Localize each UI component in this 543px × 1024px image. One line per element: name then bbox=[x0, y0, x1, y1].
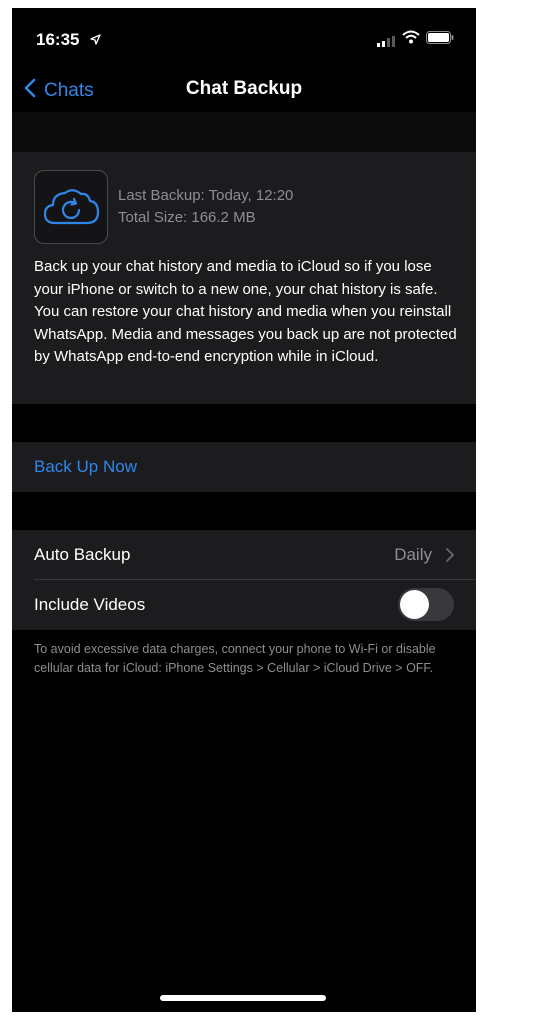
battery-icon bbox=[426, 31, 454, 49]
section-spacer bbox=[12, 112, 476, 152]
icloud-backup-icon bbox=[34, 170, 108, 244]
auto-backup-value: Daily bbox=[394, 545, 432, 564]
auto-backup-row[interactable]: Auto Backup Daily bbox=[12, 530, 476, 580]
signal-icon bbox=[377, 34, 395, 52]
include-videos-toggle[interactable] bbox=[398, 588, 454, 621]
section-spacer bbox=[12, 492, 476, 530]
backup-info-section: Last Backup: Today, 12:20 Total Size: 16… bbox=[12, 152, 476, 404]
backup-settings-group: Auto Backup Daily Include Videos bbox=[12, 530, 476, 630]
home-indicator[interactable] bbox=[160, 995, 326, 1001]
status-time: 16:35 bbox=[36, 30, 80, 49]
section-spacer bbox=[12, 404, 476, 442]
phone-screen: 16:35 Chats Chat Backup Last Backup: Tod… bbox=[12, 8, 476, 1012]
auto-backup-label: Auto Backup bbox=[34, 545, 131, 564]
chevron-right-icon bbox=[446, 548, 454, 567]
last-backup-text: Last Backup: Today, 12:20 bbox=[118, 187, 294, 204]
include-videos-row: Include Videos bbox=[12, 580, 476, 629]
toggle-knob bbox=[400, 590, 429, 619]
backup-description: Back up your chat history and media to i… bbox=[34, 258, 457, 365]
total-size-text: Total Size: 166.2 MB bbox=[118, 209, 256, 226]
back-up-now-button[interactable]: Back Up Now bbox=[12, 442, 476, 492]
location-arrow-icon bbox=[90, 32, 101, 50]
include-videos-label: Include Videos bbox=[34, 595, 146, 614]
wifi-icon bbox=[402, 30, 420, 49]
page-title: Chat Backup bbox=[185, 78, 303, 99]
back-up-now-label: Back Up Now bbox=[34, 457, 137, 476]
data-charges-footnote: To avoid excessive data charges, connect… bbox=[34, 642, 436, 675]
